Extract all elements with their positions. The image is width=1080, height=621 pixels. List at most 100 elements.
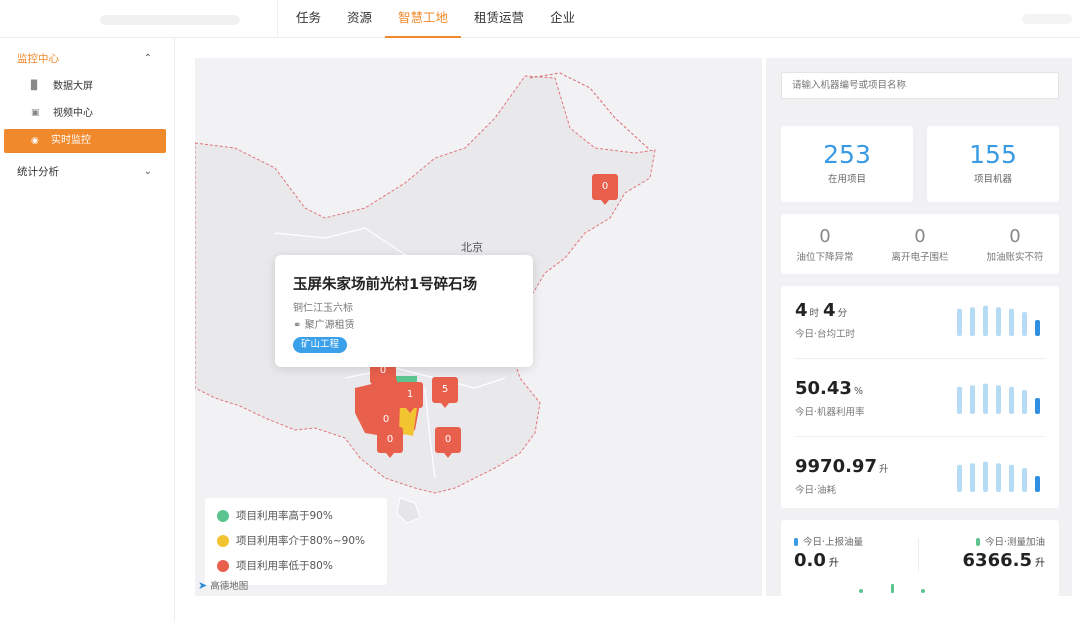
map-view[interactable]: 北京 0 0 1 5 0 0 0 玉屏朱家场前光村1号碎石场 铜仁江玉六标 ⚭ … [195,58,762,596]
project-popup: 玉屏朱家场前光村1号碎石场 铜仁江玉六标 ⚭ 聚广源租赁 矿山工程 [275,255,533,367]
search-input[interactable] [781,72,1059,99]
sidebar-item-label: 实时监控 [51,135,91,146]
alarm-fuel-mismatch[interactable]: 0 加油账实不符 [975,226,1055,263]
divider [795,436,1045,437]
alarm-geofence[interactable]: 0 离开电子围栏 [880,226,960,263]
legend-label: 项目利用率高于90% [236,510,333,522]
map-provider-label: 高德地图 [210,581,249,592]
avg-work-hours: 4时4分 今日·台均工时 [795,300,1045,380]
logo[interactable] [100,15,240,25]
alarm-label: 加油账实不符 [986,252,1044,263]
main-nav: 任务 资源 智慧工地 租赁运营 企业 [283,0,588,38]
sidebar-item-video[interactable]: ▣ 视频中心 [0,100,174,127]
mini-bar [1022,390,1027,414]
series-marker [975,538,980,546]
logo-area [0,0,278,38]
projects-count: 253 [823,140,871,169]
mini-bar [970,463,975,492]
mini-bar [983,461,988,492]
projects-label: 在用项目 [827,174,866,185]
mini-bar [1022,468,1027,492]
sidebar-group-statistics[interactable]: 统计分析 ⌄ [0,158,174,186]
divider [795,358,1045,359]
mini-bar [996,385,1001,414]
mini-bar-chart [957,305,1040,336]
mini-bar [1035,320,1040,336]
map-marker[interactable]: 1 [397,382,423,413]
alarm-count: 0 [1009,226,1021,247]
stat-value: 9970.97 升 [795,456,893,477]
projects-card: 253 在用项目 [781,126,913,202]
utilization-unit: % [853,386,863,397]
nav-tasks[interactable]: 任务 [283,0,334,38]
chart-dot [859,589,863,593]
machines-card: 155 项目机器 [927,126,1059,202]
stat-label: 今日·机器利用率 [795,407,865,418]
measured-oil-label: 今日·测量加油 [975,534,1045,548]
sidebar-item-realtime[interactable]: ◉ 实时监控 [4,129,166,153]
map-marker[interactable]: 5 [432,377,458,408]
nav-rental-ops[interactable]: 租赁运营 [461,0,537,38]
fuel-value: 9970.97 [795,456,877,477]
machines-count: 155 [969,140,1017,169]
popup-owner: ⚭ 聚广源租赁 [293,316,515,331]
alarm-count: 0 [914,226,926,247]
mini-bar [970,385,975,414]
mini-bar [983,383,988,414]
sidebar-item-label: 数据大屏 [53,81,93,92]
mini-bar [996,307,1001,336]
machine-utilization: 50.43% 今日·机器利用率 [795,378,1045,458]
map-city-label: 北京 [461,241,483,254]
user-icon: ⚭ [293,320,302,331]
map-marker[interactable]: 0 [377,427,403,458]
legend-label: 项目利用率低于80% [236,560,333,572]
sidebar-item-dashboard[interactable]: ▉ 数据大屏 [0,73,174,100]
stat-value: 50.43% [795,378,867,399]
mini-bar [1035,398,1040,414]
map-marker[interactable]: 0 [592,174,618,205]
chevron-up-icon: ⌃ [143,53,152,64]
measured-oil-number: 6366.5 [962,550,1032,571]
reported-oil-title: 今日·上报油量 [803,537,864,548]
legend-item: 项目利用率高于90% [217,508,387,533]
nav-resources[interactable]: 资源 [334,0,385,38]
sidebar-group-label: 统计分析 [17,166,59,178]
user-menu[interactable] [1022,14,1072,24]
daily-stats-card: 4时4分 今日·台均工时 50.43% 今日·机器利用率 9970.97 升 今日… [781,286,1059,508]
chevron-down-icon: ⌄ [143,166,152,177]
mini-bar [970,307,975,336]
mini-bar [957,464,962,492]
map-legend: 项目利用率高于90% 项目利用率介于80%~90% 项目利用率低于80% [205,498,387,585]
measured-oil-title: 今日·测量加油 [984,537,1045,548]
utilization-value: 50.43 [795,378,852,399]
machines-label: 项目机器 [973,174,1012,185]
stat-label: 今日·油耗 [795,485,837,496]
fuel-unit: 升 [878,464,889,475]
chart-dot [921,589,925,593]
mini-bar [1009,464,1014,492]
popup-category-tag[interactable]: 矿山工程 [293,337,348,353]
nav-enterprise[interactable]: 企业 [537,0,588,38]
reported-oil-unit: 升 [828,558,839,569]
legend-dot [217,510,229,522]
series-marker [794,538,798,546]
mini-bar [957,308,962,336]
legend-dot [217,535,229,547]
mini-bar-chart [957,383,1040,414]
map-marker[interactable]: 0 [435,427,461,458]
sidebar-group-monitoring[interactable]: 监控中心 ⌃ [0,45,174,73]
navigation-arrow-icon: ➤ [198,579,208,592]
reported-oil-value: 0.0 升 [794,550,839,571]
mini-bar [1009,308,1014,336]
mini-bar [996,463,1001,492]
nav-smart-site[interactable]: 智慧工地 [385,0,462,38]
alarm-oil-drop[interactable]: 0 油位下降异常 [785,226,865,263]
legend-label: 项目利用率介于80%~90% [236,535,365,547]
measured-oil-unit: 升 [1035,558,1045,569]
mini-bar [1035,476,1040,492]
reported-oil-label: 今日·上报油量 [794,534,863,548]
popup-owner-label: 聚广源租赁 [304,320,355,331]
sidebar: 监控中心 ⌃ ▉ 数据大屏 ▣ 视频中心 ◉ 实时监控 统计分析 ⌄ [0,38,175,621]
minutes-value: 4 [823,300,836,321]
hours-unit: 时 [809,308,820,319]
